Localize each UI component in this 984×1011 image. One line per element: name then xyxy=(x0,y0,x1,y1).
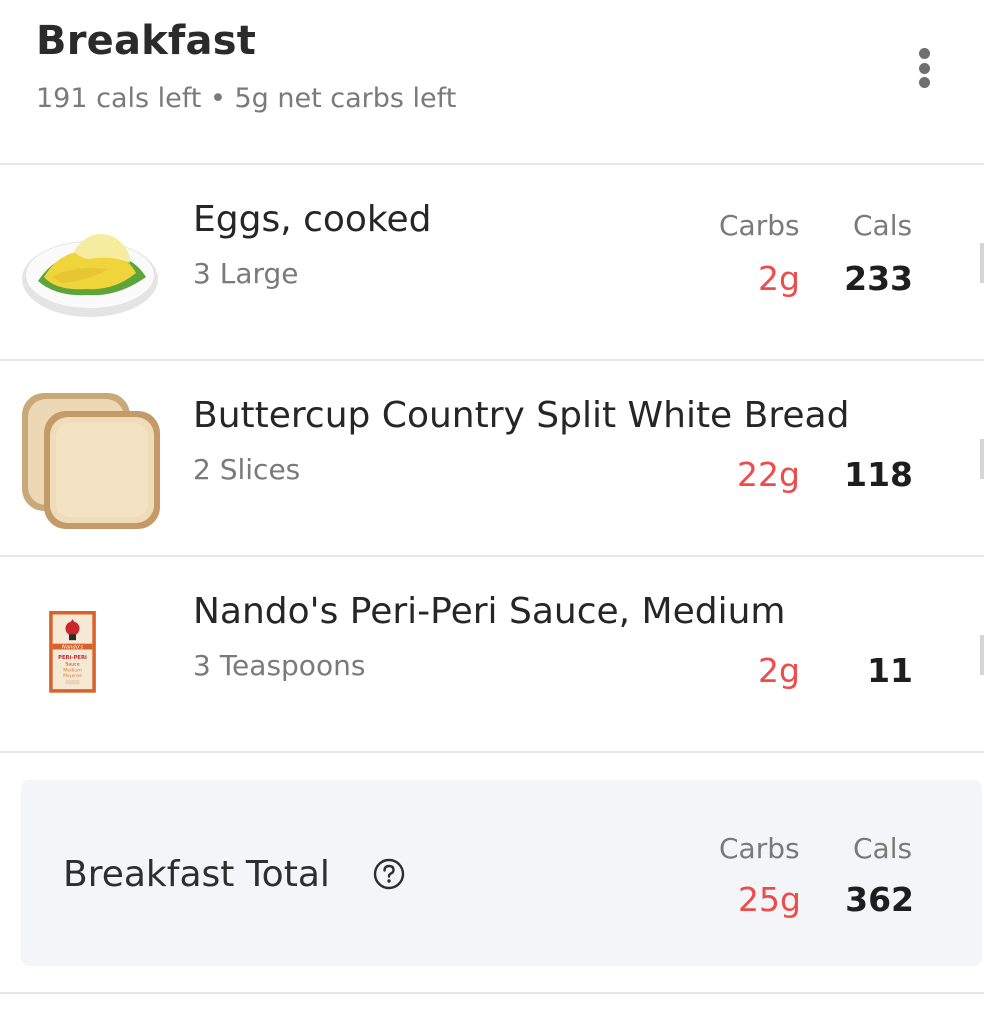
carbs-column-label: Carbs xyxy=(719,209,800,242)
food-row-bread[interactable]: Buttercup Country Split White Bread 2 Sl… xyxy=(0,361,984,555)
meal-summary: 191 cals left • 5g net carbs left xyxy=(36,83,457,114)
food-name: Buttercup Country Split White Bread xyxy=(193,395,850,436)
food-name: Nando's Peri-Peri Sauce, Medium xyxy=(193,591,786,632)
total-cals-value: 362 xyxy=(845,880,914,919)
meal-title: Breakfast xyxy=(36,18,257,64)
food-portion: 2 Slices xyxy=(193,453,301,486)
help-icon[interactable] xyxy=(373,858,405,890)
meal-header: Breakfast 191 cals left • 5g net carbs l… xyxy=(0,0,984,163)
swipe-handle[interactable] xyxy=(980,243,984,283)
meal-total-label: Breakfast Total xyxy=(63,854,330,895)
cals-value: 11 xyxy=(867,651,913,690)
food-name: Eggs, cooked xyxy=(193,199,432,240)
sauce-label-brand: Nando's xyxy=(62,644,83,650)
food-row-sauce[interactable]: Nando's PERi-PERi Sauce Medium Moyenne N… xyxy=(0,557,984,751)
total-carbs-value: 25g xyxy=(738,880,801,919)
cals-column-label: Cals xyxy=(853,832,913,865)
food-portion: 3 Large xyxy=(193,257,299,290)
more-options-icon[interactable] xyxy=(904,42,944,94)
swipe-handle[interactable] xyxy=(980,635,984,675)
food-row-eggs[interactable]: Eggs, cooked 3 Large Carbs Cals 2g 233 xyxy=(0,165,984,359)
carbs-value: 2g xyxy=(758,651,800,690)
meal-section: Breakfast 191 cals left • 5g net carbs l… xyxy=(0,0,984,1011)
sauce-label-line4: Moyenne xyxy=(63,673,82,678)
swipe-handle[interactable] xyxy=(980,439,984,479)
meal-total-card: Breakfast Total Carbs Cals 25g 362 xyxy=(21,780,982,966)
carbs-value: 22g xyxy=(737,455,800,494)
cals-column-label: Cals xyxy=(853,209,913,242)
food-portion: 3 Teaspoons xyxy=(193,649,366,682)
cals-value: 233 xyxy=(844,259,913,298)
divider xyxy=(0,751,984,753)
sauce-label-line1: PERi-PERi xyxy=(58,655,87,661)
divider xyxy=(0,992,984,994)
carbs-column-label: Carbs xyxy=(719,832,800,865)
sauce-label-line2: Sauce xyxy=(65,661,79,667)
cals-value: 118 xyxy=(844,455,913,494)
eggs-image xyxy=(22,234,158,317)
sauce-bottle-image: Nando's PERi-PERi Sauce Medium Moyenne xyxy=(49,611,96,693)
bread-image xyxy=(22,393,160,529)
carbs-value: 2g xyxy=(758,259,800,298)
